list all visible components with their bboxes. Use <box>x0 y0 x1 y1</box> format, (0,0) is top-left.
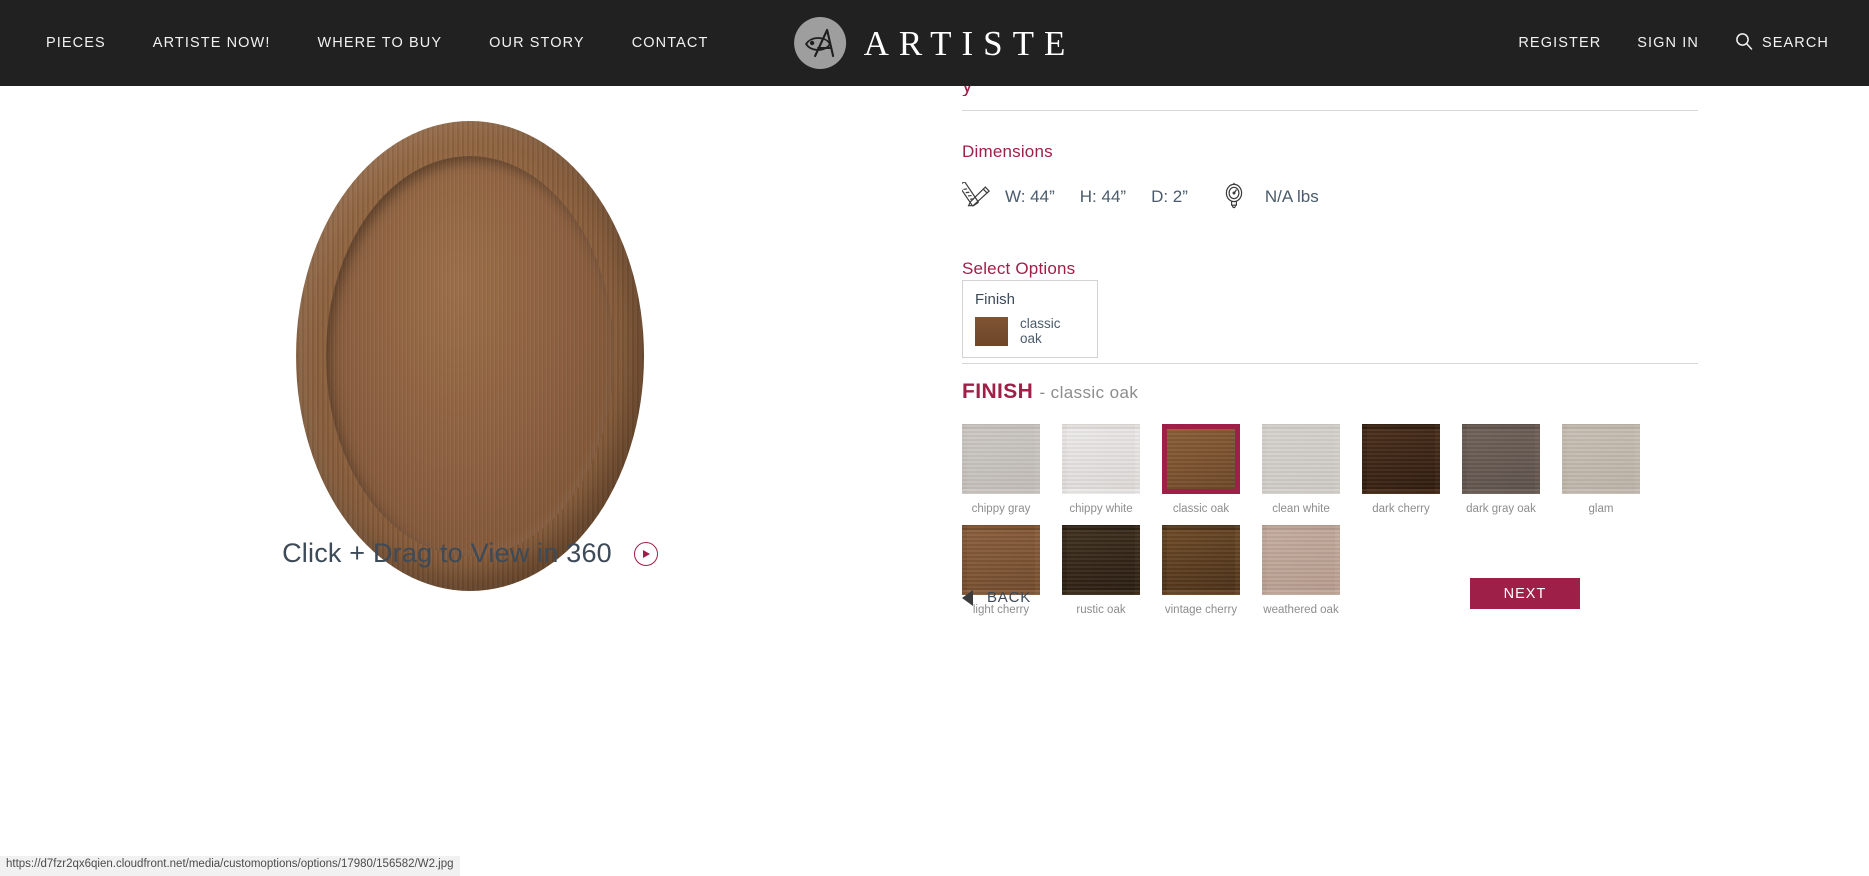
divider-top <box>962 110 1698 111</box>
nav-item-contact[interactable]: CONTACT <box>632 35 709 51</box>
finish-swatch-tile <box>1062 525 1140 595</box>
option-card-row: classic oak <box>975 316 1085 346</box>
finish-swatch-tile <box>1262 424 1340 494</box>
search-label: SEARCH <box>1761 35 1829 51</box>
nav-item-sign-in[interactable]: SIGN IN <box>1637 35 1699 51</box>
option-card-value: classic oak <box>1020 316 1061 346</box>
back-label: BACK <box>987 589 1032 606</box>
dimensions-heading: Dimensions <box>962 142 1053 161</box>
finish-swatch-tile <box>1162 424 1240 494</box>
site-logo[interactable]: ARTISTE <box>793 17 1076 69</box>
finish-swatch-label: clean white <box>1272 503 1330 515</box>
back-button[interactable]: BACK <box>962 589 1031 606</box>
option-card-swatch <box>975 316 1008 346</box>
finish-swatch-tile <box>1062 424 1140 494</box>
dimension-width: W: 44” <box>1005 187 1055 206</box>
nav-item-artiste-now[interactable]: ARTISTE NOW! <box>153 35 271 51</box>
finish-swatch-label: weathered oak <box>1263 604 1339 616</box>
divider-middle <box>962 363 1698 364</box>
scale-icon <box>1221 182 1251 212</box>
browser-status-bar: https://d7fzr2qx6qien.cloudfront.net/med… <box>0 856 460 876</box>
finish-swatch-label: dark cherry <box>1372 503 1430 515</box>
finish-swatch-tile <box>1162 525 1240 595</box>
finish-swatch-label: classic oak <box>1172 503 1230 515</box>
ruler-pencil-icon <box>958 181 992 212</box>
primary-nav: PIECES ARTISTE NOW! WHERE TO BUY OUR STO… <box>46 35 755 51</box>
page-root: PIECES ARTISTE NOW! WHERE TO BUY OUR STO… <box>0 0 1869 876</box>
finish-swatch-dark-cherry[interactable]: dark cherry <box>1362 424 1440 525</box>
finish-swatch-light-cherry[interactable]: light cherry <box>962 525 1040 626</box>
dimension-depth: D: 2” <box>1151 187 1188 206</box>
finish-swatch-classic-oak[interactable]: classic oak <box>1162 424 1240 525</box>
selected-option-card[interactable]: Finish classic oak <box>962 280 1098 358</box>
dimensions-row: W: 44” H: 44” D: 2” N/A lbs <box>958 181 1319 212</box>
finish-swatch-tile <box>962 525 1040 595</box>
nav-item-our-story[interactable]: OUR STORY <box>489 35 585 51</box>
finish-swatch-label: glam <box>1588 503 1614 515</box>
finish-swatch-tile <box>962 424 1040 494</box>
finish-title-text: FINISH <box>962 380 1034 403</box>
finish-swatch-tile <box>1262 525 1340 595</box>
configurator-panel: y Dimensions W: 44” <box>940 74 1869 876</box>
next-button[interactable]: NEXT <box>1470 578 1580 609</box>
product-viewer[interactable]: Click + Drag to View in 360 <box>0 86 940 876</box>
dimension-values: W: 44” H: 44” D: 2” <box>1005 187 1188 207</box>
site-header: PIECES ARTISTE NOW! WHERE TO BUY OUR STO… <box>0 0 1869 86</box>
finish-swatch-chippy-white[interactable]: chippy white <box>1062 424 1140 525</box>
finish-swatch-label: chippy white <box>1069 503 1133 515</box>
rotate-360-cta[interactable]: Click + Drag to View in 360 <box>0 538 940 569</box>
search-icon <box>1735 32 1753 54</box>
rotate-360-label: Click + Drag to View in 360 <box>282 538 612 568</box>
weight-value: N/A lbs <box>1264 187 1319 206</box>
finish-swatch-label: chippy gray <box>971 503 1031 515</box>
finish-swatch-label: rustic oak <box>1076 604 1126 616</box>
finish-swatch-tile <box>1462 424 1540 494</box>
triangle-left-icon <box>962 589 973 606</box>
nav-item-search[interactable]: SEARCH <box>1735 32 1829 54</box>
finish-swatch-clean-white[interactable]: clean white <box>1262 424 1340 525</box>
finish-section-title: FINISH - classic oak <box>962 380 1138 404</box>
play-triangle <box>643 549 651 558</box>
nav-item-register[interactable]: REGISTER <box>1518 35 1601 51</box>
product-image[interactable] <box>296 121 644 591</box>
dimension-height: H: 44” <box>1079 187 1127 206</box>
finish-swatch-dark-gray-oak[interactable]: dark gray oak <box>1462 424 1540 525</box>
finish-swatch-tile <box>1562 424 1640 494</box>
finish-swatch-tile <box>1362 424 1440 494</box>
finish-swatch-label: dark gray oak <box>1466 503 1536 515</box>
nav-item-pieces[interactable]: PIECES <box>46 35 106 51</box>
finish-selected-text: - classic oak <box>1039 383 1139 402</box>
play-circle-icon[interactable] <box>633 541 658 566</box>
nav-item-where-to-buy[interactable]: WHERE TO BUY <box>317 35 442 51</box>
finish-swatch-weathered-oak[interactable]: weathered oak <box>1262 525 1340 626</box>
artiste-monogram-icon <box>793 17 846 69</box>
brand-wordmark: ARTISTE <box>863 23 1076 63</box>
finish-swatch-rustic-oak[interactable]: rustic oak <box>1062 525 1140 626</box>
utility-nav: REGISTER SIGN IN SEARCH <box>1482 32 1829 54</box>
finish-swatch-label: vintage cherry <box>1164 604 1238 616</box>
finish-swatch-vintage-cherry[interactable]: vintage cherry <box>1162 525 1240 626</box>
finish-swatch-chippy-gray[interactable]: chippy gray <box>962 424 1040 525</box>
select-options-heading: Select Options <box>962 259 1076 278</box>
finish-swatch-grid: chippy gray chippy white classic oak clean … <box>962 424 1722 626</box>
weight-group: N/A lbs <box>1221 182 1319 212</box>
finish-swatch-glam[interactable]: glam <box>1562 424 1640 525</box>
option-card-name: Finish <box>975 291 1016 308</box>
